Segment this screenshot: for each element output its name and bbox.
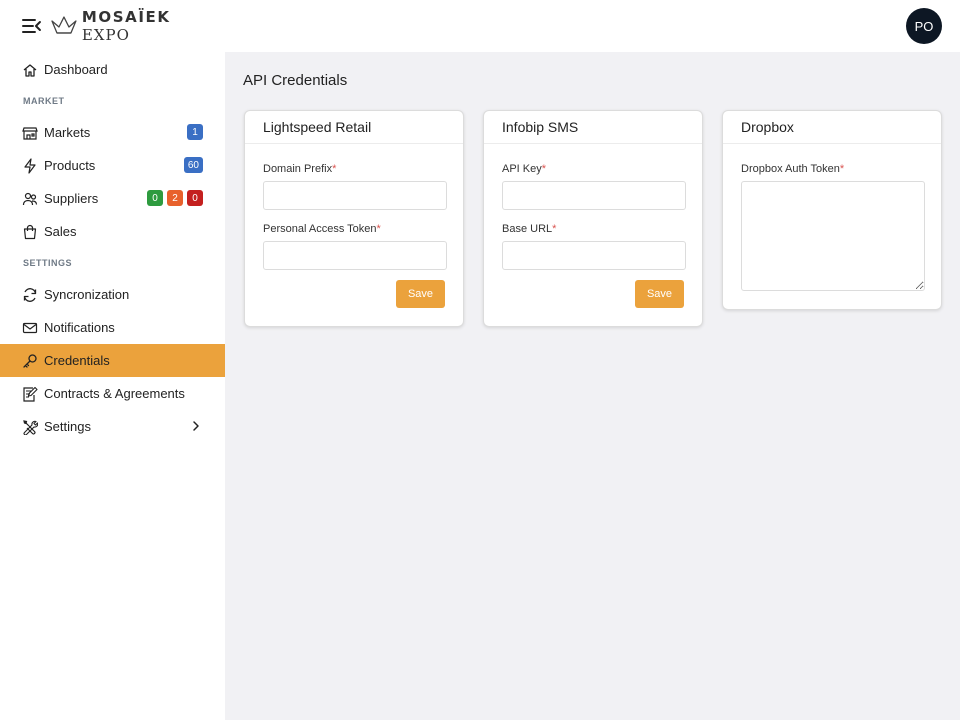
users-icon xyxy=(22,191,38,207)
crown-logo-icon xyxy=(51,16,77,34)
domain-prefix-label: Domain Prefix* xyxy=(263,163,337,175)
sidebar-item-suppliers[interactable]: Suppliers 0 2 0 xyxy=(0,182,225,215)
dropbox-auth-token-label: Dropbox Auth Token* xyxy=(741,163,845,175)
suppliers-green-badge: 0 xyxy=(147,190,163,206)
logo-text: MOSAÏEK EXPO xyxy=(81,8,171,44)
storefront-icon xyxy=(22,125,38,141)
brand-bar: MOSAÏEK EXPO xyxy=(0,0,225,52)
sidebar-item-settings[interactable]: Settings xyxy=(0,410,225,443)
page-title: API Credentials xyxy=(243,72,348,89)
personal-access-token-input[interactable] xyxy=(263,241,447,270)
sidebar-item-notifications[interactable]: Notifications xyxy=(0,311,225,344)
api-key-input[interactable] xyxy=(502,181,686,210)
card-title: Lightspeed Retail xyxy=(245,111,463,144)
products-count-badge: 60 xyxy=(183,157,203,173)
sidebar-item-products[interactable]: Products 60 xyxy=(0,149,225,182)
sidebar-item-label: Notifications xyxy=(44,320,115,335)
card-title: Infobip SMS xyxy=(484,111,702,144)
sidebar-item-label: Suppliers xyxy=(44,191,99,206)
home-icon xyxy=(22,62,38,78)
shopping-bag-icon xyxy=(22,224,38,240)
top-bar: PO xyxy=(225,0,960,52)
section-label-settings: SETTINGS xyxy=(23,258,73,268)
key-icon xyxy=(22,353,38,369)
card-dropbox: Dropbox Dropbox Auth Token* xyxy=(722,110,942,310)
suppliers-orange-badge: 2 xyxy=(167,190,183,206)
infobip-save-button[interactable]: Save xyxy=(635,280,684,308)
card-lightspeed-retail: Lightspeed Retail Domain Prefix* Persona… xyxy=(244,110,464,327)
sidebar-item-syncronization[interactable]: Syncronization xyxy=(0,278,225,311)
user-avatar[interactable]: PO xyxy=(906,8,942,44)
card-infobip-sms: Infobip SMS API Key* Base URL* Save xyxy=(483,110,703,327)
sidebar-item-credentials[interactable]: Credentials xyxy=(0,344,225,377)
logo[interactable]: MOSAÏEK EXPO xyxy=(50,8,225,44)
sidebar-item-markets[interactable]: Markets 1 xyxy=(0,116,225,149)
base-url-input[interactable] xyxy=(502,241,686,270)
document-pen-icon xyxy=(22,386,38,402)
sidebar-item-label: Markets xyxy=(44,125,91,140)
api-key-label: API Key* xyxy=(502,163,547,175)
envelope-icon xyxy=(22,320,38,336)
tools-icon xyxy=(22,419,38,435)
sidebar-item-dashboard[interactable]: Dashboard xyxy=(0,53,225,86)
lightning-icon xyxy=(22,157,38,174)
card-title: Dropbox xyxy=(723,111,941,144)
sidebar-item-sales[interactable]: Sales xyxy=(0,215,225,248)
sidebar-item-label: Dashboard xyxy=(44,62,108,77)
sync-icon xyxy=(22,287,38,303)
section-label-market: MARKET xyxy=(23,96,65,106)
sidebar-item-contracts[interactable]: Contracts & Agreements xyxy=(0,377,225,410)
sidebar: MOSAÏEK EXPO Dashboard MARKET Markets 1 … xyxy=(0,0,225,720)
suppliers-red-badge: 0 xyxy=(187,190,203,206)
sidebar-nav: Dashboard MARKET Markets 1 Products 60 S… xyxy=(0,53,225,443)
menu-collapse-icon[interactable] xyxy=(22,18,42,34)
sidebar-item-label: Contracts & Agreements xyxy=(44,386,185,401)
markets-count-badge: 1 xyxy=(187,124,203,140)
sidebar-item-label: Syncronization xyxy=(44,287,130,302)
domain-prefix-input[interactable] xyxy=(263,181,447,210)
sidebar-item-label: Credentials xyxy=(44,353,110,368)
lightspeed-save-button[interactable]: Save xyxy=(396,280,445,308)
chevron-right-icon xyxy=(193,421,199,431)
sidebar-item-label: Products xyxy=(44,158,96,173)
dropbox-auth-token-textarea[interactable] xyxy=(741,181,925,291)
sidebar-item-label: Settings xyxy=(44,419,91,434)
base-url-label: Base URL* xyxy=(502,223,557,235)
sidebar-item-label: Sales xyxy=(44,224,77,239)
personal-access-token-label: Personal Access Token* xyxy=(263,223,381,235)
